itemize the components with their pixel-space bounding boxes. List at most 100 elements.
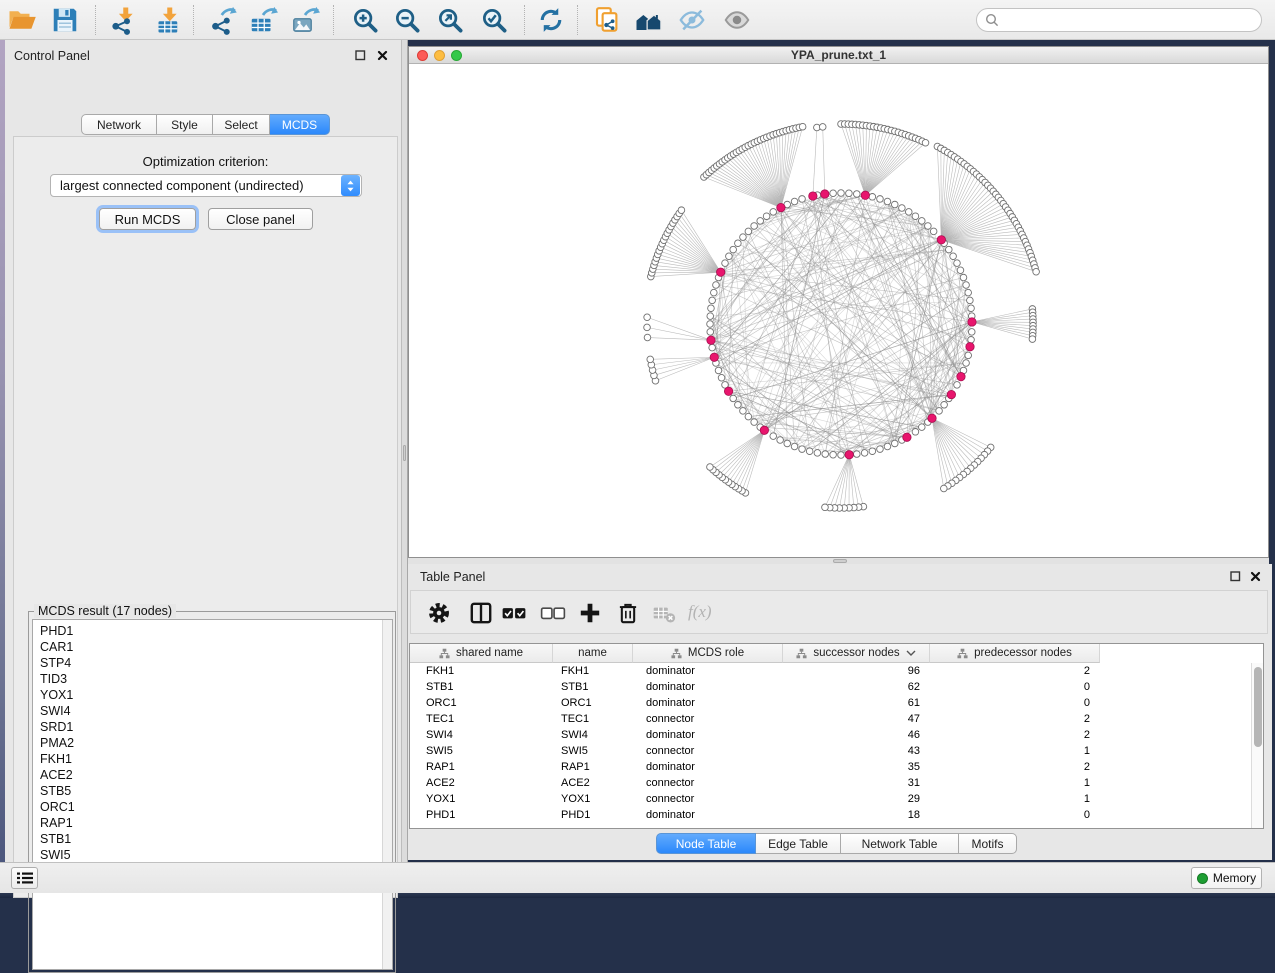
- close-table-panel-button[interactable]: [1248, 569, 1262, 583]
- table-cell: ACE2: [410, 777, 553, 789]
- mcds-result-item[interactable]: PMA2: [33, 735, 382, 751]
- column-header-shared-name[interactable]: shared name: [410, 644, 553, 663]
- mcds-result-item[interactable]: TID3: [33, 671, 382, 687]
- close-panel-button[interactable]: [375, 48, 389, 62]
- table-cell: SWI4: [410, 729, 553, 741]
- delete-table-button-disabled[interactable]: [651, 600, 677, 626]
- table-row[interactable]: STB1STB1dominator620: [410, 679, 1251, 695]
- run-mcds-button[interactable]: Run MCDS: [99, 208, 196, 230]
- table-cell: 2: [930, 665, 1100, 677]
- table-body: FKH1FKH1dominator962STB1STB1dominator620…: [410, 663, 1251, 823]
- mcds-result-item[interactable]: SWI5: [33, 847, 382, 863]
- table-scrollbar[interactable]: [1251, 663, 1263, 828]
- float-panel-button[interactable]: [353, 48, 367, 62]
- memory-ok-dot-icon: [1197, 873, 1208, 884]
- mcds-result-item[interactable]: ACE2: [33, 767, 382, 783]
- mcds-result-scrollbar[interactable]: [382, 620, 392, 969]
- deselect-all-columns-button[interactable]: [540, 600, 566, 626]
- network-window-titlebar[interactable]: YPA_prune.txt_1: [409, 47, 1268, 64]
- mcds-result-item[interactable]: FKH1: [33, 751, 382, 767]
- import-table-button[interactable]: [151, 5, 181, 35]
- table-row[interactable]: PHD1PHD1dominator180: [410, 807, 1251, 823]
- table-row[interactable]: TEC1TEC1connector472: [410, 711, 1251, 727]
- table-cell: 1: [930, 777, 1100, 789]
- column-header-label: successor nodes: [813, 647, 899, 659]
- close-panel-action-button[interactable]: Close panel: [208, 208, 313, 230]
- memory-status-button[interactable]: Memory: [1191, 867, 1262, 889]
- zoom-out-button[interactable]: [392, 5, 422, 35]
- search-box[interactable]: [976, 8, 1262, 32]
- import-network-button[interactable]: [107, 5, 137, 35]
- mcds-result-item[interactable]: RAP1: [33, 815, 382, 831]
- zoom-in-button[interactable]: [350, 5, 380, 35]
- select-all-columns-button[interactable]: [501, 600, 527, 626]
- eye-icon: [722, 5, 752, 35]
- tab-edge-table[interactable]: Edge Table: [756, 833, 841, 854]
- table-row[interactable]: YOX1YOX1connector291: [410, 791, 1251, 807]
- clone-network-button[interactable]: [592, 5, 622, 35]
- table-cell: TEC1: [553, 713, 633, 725]
- unchecked-boxes-icon: [540, 600, 566, 626]
- toolbar-separator: [577, 5, 578, 35]
- tab-style[interactable]: Style: [157, 114, 213, 135]
- refresh-button[interactable]: [536, 5, 566, 35]
- table-row[interactable]: SWI4SWI4dominator462: [410, 727, 1251, 743]
- mcds-result-item[interactable]: YOX1: [33, 687, 382, 703]
- show-all-button[interactable]: [722, 5, 752, 35]
- open-file-button[interactable]: [7, 5, 37, 35]
- show-task-history-button[interactable]: [11, 867, 38, 889]
- mcds-result-item[interactable]: STB1: [33, 831, 382, 847]
- mcds-result-item[interactable]: SRD1: [33, 719, 382, 735]
- table-scrollbar-thumb[interactable]: [1254, 667, 1262, 747]
- tab-network-table[interactable]: Network Table: [841, 833, 959, 854]
- tab-node-table[interactable]: Node Table: [656, 833, 756, 854]
- mcds-result-item[interactable]: STB5: [33, 783, 382, 799]
- export-table-button[interactable]: [248, 5, 278, 35]
- tab-select[interactable]: Select: [213, 114, 270, 135]
- create-column-button[interactable]: [577, 600, 603, 626]
- search-input[interactable]: [999, 13, 1261, 27]
- zoom-selected-button[interactable]: [479, 5, 509, 35]
- table-cell: 47: [783, 713, 930, 725]
- mcds-result-item[interactable]: CAR1: [33, 639, 382, 655]
- table-row[interactable]: ACE2ACE2connector311: [410, 775, 1251, 791]
- table-row[interactable]: SWI5SWI5connector431: [410, 743, 1251, 759]
- table-row[interactable]: RAP1RAP1dominator352: [410, 759, 1251, 775]
- tab-motifs[interactable]: Motifs: [959, 833, 1017, 854]
- network-canvas[interactable]: [409, 64, 1268, 557]
- float-table-panel-button[interactable]: [1228, 569, 1242, 583]
- table-settings-button[interactable]: [426, 600, 452, 626]
- show-columns-button[interactable]: [468, 600, 494, 626]
- import-table-icon: [151, 5, 181, 35]
- tab-network[interactable]: Network: [81, 114, 157, 135]
- first-neighbors-button[interactable]: [634, 5, 664, 35]
- zoom-selected-icon: [479, 5, 509, 35]
- function-builder-button-disabled[interactable]: f(x): [688, 602, 712, 622]
- column-header-predecessor-nodes[interactable]: predecessor nodes: [930, 644, 1100, 663]
- splitter-handle[interactable]: [833, 559, 847, 563]
- mcds-result-item[interactable]: SWI4: [33, 703, 382, 719]
- optimization-criterion-label: Optimization criterion:: [14, 154, 397, 169]
- delete-column-button[interactable]: [615, 600, 641, 626]
- clone-network-icon: [592, 5, 622, 35]
- column-header-MCDS-role[interactable]: MCDS role: [633, 644, 783, 663]
- splitter-handle[interactable]: [403, 445, 406, 461]
- column-header-successor-nodes[interactable]: successor nodes: [783, 644, 930, 663]
- table-row[interactable]: FKH1FKH1dominator962: [410, 663, 1251, 679]
- export-image-button[interactable]: [290, 5, 320, 35]
- export-network-button[interactable]: [208, 5, 238, 35]
- optimization-criterion-select[interactable]: largest connected component (undirected): [50, 174, 362, 197]
- zoom-fit-button[interactable]: [435, 5, 465, 35]
- vertical-splitter[interactable]: [401, 40, 408, 862]
- mcds-result-item[interactable]: STP4: [33, 655, 382, 671]
- table-cell: 29: [783, 793, 930, 805]
- export-image-icon: [290, 5, 320, 35]
- table-row[interactable]: ORC1ORC1dominator610: [410, 695, 1251, 711]
- column-header-name[interactable]: name: [553, 644, 633, 663]
- tab-mcds[interactable]: MCDS: [270, 114, 330, 135]
- save-session-button[interactable]: [50, 5, 80, 35]
- mcds-result-item[interactable]: PHD1: [33, 623, 382, 639]
- table-cell: ORC1: [410, 697, 553, 709]
- mcds-result-item[interactable]: ORC1: [33, 799, 382, 815]
- hide-selected-button[interactable]: [677, 5, 707, 35]
